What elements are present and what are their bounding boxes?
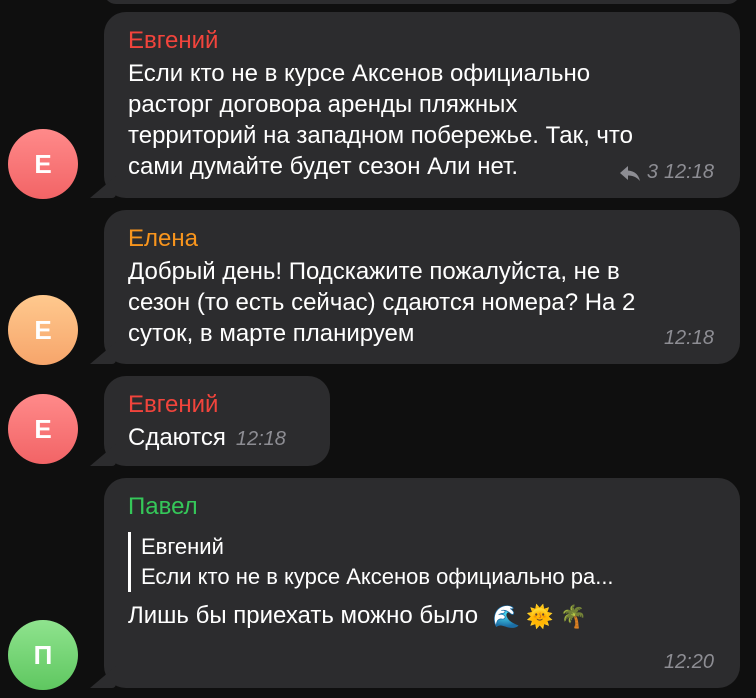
message-bubble[interactable]: Павел Евгений Если кто не в курсе Аксено…: [90, 478, 740, 688]
avatar-letter: Е: [34, 314, 52, 345]
message-line: Добрый день! Подскажите пожалуйста, не в: [128, 258, 620, 285]
bubble-tail: [90, 342, 116, 364]
reply-arrow-icon[interactable]: [619, 164, 641, 182]
sender-name[interactable]: Евгений: [128, 390, 306, 420]
message-line: Сдаются: [128, 424, 226, 451]
message-line: территорий на западном побережье. Так, ч…: [128, 122, 633, 149]
bubble-tail: [90, 176, 116, 198]
palm-tree-emoji-icon: 🌴: [559, 604, 587, 630]
chat-history: Е Евгений Если кто не в курсе Аксенов оф…: [0, 0, 756, 698]
reply-count[interactable]: 3: [647, 161, 658, 184]
sun-emoji-icon: 🌞: [526, 604, 554, 630]
message-time: 12:18: [663, 161, 714, 183]
avatar-letter: П: [33, 639, 53, 670]
message-time: 12:18: [663, 327, 714, 349]
message-line: сезон (то есть сейчас) сдаются номера? Н…: [128, 289, 636, 316]
message-text: Сдаются 12:18: [128, 422, 306, 455]
message-bubble[interactable]: Евгений Сдаются 12:18: [90, 376, 330, 466]
message-line: суток, в марте планируем: [128, 320, 415, 347]
message-line: Если кто не в курсе Аксенов официально: [128, 60, 591, 87]
emoji-group: 🌊 🌞 🌴: [493, 601, 587, 632]
avatar[interactable]: Е: [8, 295, 78, 365]
message-meta: 12:18: [664, 327, 714, 350]
message-line: Лишь бы приехать можно было: [128, 602, 479, 629]
avatar[interactable]: Е: [8, 129, 78, 199]
bubble-tail: [90, 666, 116, 688]
bubble-tail: [90, 444, 116, 466]
sender-name[interactable]: Павел: [128, 492, 716, 522]
avatar[interactable]: Е: [8, 394, 78, 464]
avatar[interactable]: П: [8, 620, 78, 690]
quoted-text: Если кто не в курсе Аксенов официально р…: [141, 564, 614, 589]
message-meta: 3 12:18: [619, 161, 714, 184]
message-bubble[interactable]: Елена Добрый день! Подскажите пожалуйста…: [90, 210, 740, 364]
message-line: расторг договора аренды пляжных: [128, 91, 518, 118]
sender-name[interactable]: Евгений: [128, 26, 716, 56]
sender-name[interactable]: Елена: [128, 224, 716, 254]
message-text: Добрый день! Подскажите пожалуйста, не в…: [128, 256, 716, 349]
message-time: 12:18: [235, 428, 286, 450]
avatar-letter: Е: [34, 148, 52, 179]
message-meta: 12:20: [664, 651, 714, 674]
message-text: Лишь бы приехать можно было 🌊 🌞 🌴: [128, 600, 716, 632]
message-time: 12:20: [663, 651, 714, 673]
previous-message-bubble[interactable]: [104, 0, 740, 4]
message-bubble[interactable]: Евгений Если кто не в курсе Аксенов офиц…: [90, 12, 740, 198]
wave-emoji-icon: 🌊: [492, 604, 521, 630]
quoted-sender: Евгений: [141, 534, 224, 559]
reply-quote[interactable]: Евгений Если кто не в курсе Аксенов офиц…: [128, 532, 716, 592]
avatar-letter: Е: [34, 413, 52, 444]
